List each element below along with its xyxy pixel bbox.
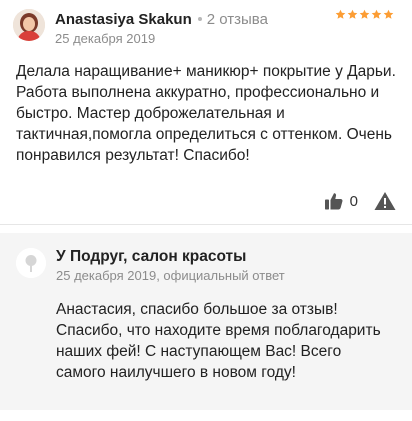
business-reply: У Подруг, салон красоты 25 декабря 2019,… [0,233,412,410]
author-review-count[interactable]: 2 отзыва [207,11,268,28]
thumbs-up-icon [324,193,343,210]
author-name[interactable]: Anastasiya Skakun [55,11,192,28]
review-text: Делала наращивание+ маникюр+ покрытие у … [16,63,396,164]
separator-dot [197,17,202,21]
review-date: 25 декабря 2019 [55,31,156,46]
star-icon [335,9,346,19]
star-icon [347,9,358,19]
rating-stars [335,9,394,20]
review-card: Anastasiya Skakun 2 отзыва 25 декабря 20… [0,0,412,224]
star-icon [383,9,394,19]
business-avatar[interactable] [16,248,46,278]
author-line: Anastasiya Skakun 2 отзыва [55,9,268,29]
warning-triangle-icon [374,192,396,210]
like-count: 0 [349,192,358,210]
review-divider [0,224,412,225]
author-avatar[interactable] [13,9,45,41]
star-icon [359,9,370,19]
review-actions: 0 [324,190,396,212]
author-photo [13,9,45,41]
like-button[interactable]: 0 [324,191,374,211]
business-name[interactable]: У Подруг, салон красоты [56,248,246,266]
reply-meta: 25 декабря 2019, официальный ответ [56,268,285,283]
report-button[interactable] [374,191,396,211]
reply-text: Анастасия, спасибо большое за отзыв! Спа… [56,301,381,381]
pin-placeholder-icon [16,248,46,278]
star-icon [371,9,382,19]
